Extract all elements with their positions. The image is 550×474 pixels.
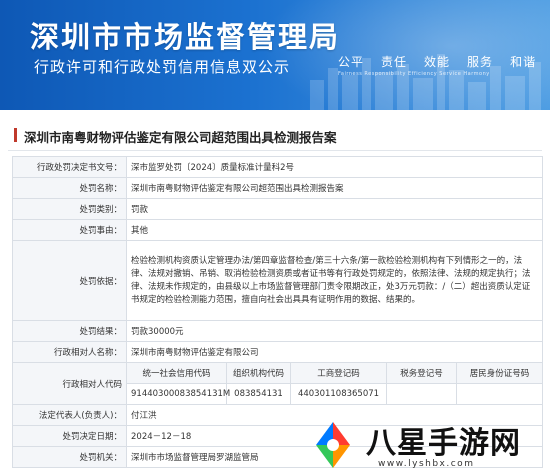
slogan-harmony: 和谐	[510, 55, 537, 69]
case-name-value: 深圳市南粤财物评估鉴定有限公司超范围出具检测报告案	[125, 177, 544, 199]
doc-no-label: 行政处罚决定书文号：	[12, 156, 127, 178]
basis-label: 处罚依据：	[12, 240, 127, 321]
slogan-service: 服务	[467, 55, 494, 69]
decision-date-label: 处罚决定日期：	[12, 425, 127, 447]
site-title: 深圳市市场监督管理局	[30, 20, 341, 54]
reason-type-value: 其他	[125, 219, 544, 241]
table-row: 行政处罚决定书文号： 深市监罗处罚〔2024〕质量标准计量科2号	[12, 156, 544, 178]
slogan-row: 公平 责任 效能 服务 和谐	[338, 53, 536, 70]
code-header-tax: 税务登记号	[386, 362, 457, 384]
case-name-label: 处罚名称：	[12, 177, 127, 199]
party-label: 行政相对人名称：	[12, 341, 127, 363]
colorful-swirl-logo-icon	[316, 422, 350, 468]
slogan-english: Fairness Responsibility Efficiency Servi…	[338, 71, 490, 77]
title-accent-bar	[14, 128, 17, 142]
category-label: 处罚类别：	[12, 198, 127, 220]
code-header-org: 组织机构代码	[226, 362, 291, 384]
code-header-business: 工商登记码	[290, 362, 387, 384]
doc-no-value: 深市监罗处罚〔2024〕质量标准计量科2号	[125, 156, 544, 178]
code-value-business: 440301108365071	[290, 383, 387, 405]
site-subtitle: 行政许可和行政处罚信用信息双公示	[34, 58, 291, 76]
watermark-url: www.lyshbx.com	[378, 459, 475, 469]
table-row: 处罚结果： 罚款30000元	[12, 320, 544, 342]
codes-label: 行政相对人代码	[12, 362, 127, 405]
authority-label: 处罚机关：	[12, 446, 127, 468]
result-value: 罚款30000元	[125, 320, 544, 342]
slogan-fairness: 公平	[338, 55, 365, 69]
code-value-tax	[386, 383, 457, 405]
page-title: 深圳市南粤财物评估鉴定有限公司超范围出具检测报告案	[24, 130, 337, 145]
table-row: 行政相对人名称： 深圳市南粤财物评估鉴定有限公司	[12, 341, 544, 363]
basis-value: 检验检测机构资质认定管理办法/第四章监督检查/第三十六条/第一款检验检测机构有下…	[125, 240, 544, 321]
category-value: 罚款	[125, 198, 544, 220]
table-row: 处罚事由： 其他	[12, 219, 544, 241]
party-value: 深圳市南粤财物评估鉴定有限公司	[125, 341, 544, 363]
watermark-brand: 八星手游网	[366, 426, 521, 461]
result-label: 处罚结果：	[12, 320, 127, 342]
header-banner: 深圳市市场监督管理局 行政许可和行政处罚信用信息双公示 公平 责任 效能 服务 …	[0, 0, 550, 110]
code-value-org: 083854131	[226, 383, 291, 405]
table-row: 处罚类别： 罚款	[12, 198, 544, 220]
table-row: 处罚依据： 检验检测机构资质认定管理办法/第四章监督检查/第三十六条/第一款检验…	[12, 240, 544, 321]
slogan-responsibility: 责任	[381, 55, 408, 69]
table-row: 处罚名称： 深圳市南粤财物评估鉴定有限公司超范围出具检测报告案	[12, 177, 544, 199]
code-value-credit: 91440300083854131M	[126, 383, 230, 405]
site-watermark: 八星手游网 www.lyshbx.com	[300, 414, 550, 474]
legal-rep-label: 法定代表人(负责人)：	[12, 404, 127, 426]
slogan-efficiency: 效能	[424, 55, 451, 69]
code-header-credit: 统一社会信用代码	[126, 362, 227, 384]
reason-type-label: 处罚事由：	[12, 219, 127, 241]
page-title-bar: 深圳市南粤财物评估鉴定有限公司超范围出具检测报告案	[8, 125, 542, 151]
code-header-id: 居民身份证号码	[455, 362, 544, 384]
code-value-id	[455, 383, 544, 405]
table-row: 行政相对人代码 统一社会信用代码 组织机构代码 工商登记码 税务登记号 居民身份…	[12, 362, 544, 405]
